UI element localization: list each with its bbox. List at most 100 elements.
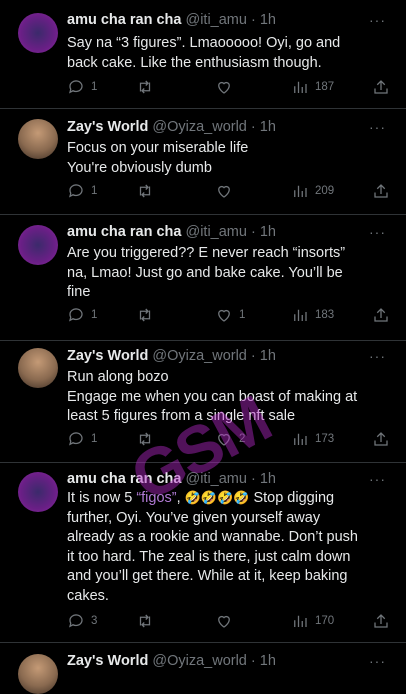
timestamp[interactable]: 1h xyxy=(260,12,276,28)
reply-button[interactable]: 3 xyxy=(67,612,97,630)
like-button[interactable] xyxy=(215,612,239,630)
timestamp[interactable]: 1h xyxy=(260,224,276,240)
like-button[interactable] xyxy=(215,182,239,200)
retweet-icon xyxy=(139,308,151,322)
more-options-icon[interactable]: ··· xyxy=(369,12,386,28)
user-handle[interactable]: @Oyiza_world xyxy=(152,653,247,669)
tweet[interactable]: amu cha ran cha @iti_amu · 1h ··· Are yo… xyxy=(0,214,406,341)
share-icon xyxy=(374,308,388,322)
avatar[interactable] xyxy=(18,472,58,512)
display-name[interactable]: Zay's World xyxy=(67,653,148,669)
reply-count: 1 xyxy=(91,185,98,197)
tweet-actions: 1 1 183 xyxy=(67,306,390,326)
tweet-text-line: it too hard. The zeal is there, just cal… xyxy=(67,548,351,565)
display-name[interactable]: amu cha ran cha xyxy=(67,12,181,28)
tweet[interactable]: amu cha ran cha @iti_amu · 1h ··· It is … xyxy=(0,462,406,643)
retweet-button[interactable] xyxy=(136,612,160,630)
heart-icon xyxy=(218,309,230,322)
tweet-header: Zay's World @Oyiza_world · 1h xyxy=(67,119,276,135)
avatar[interactable] xyxy=(18,654,58,694)
analytics-icon xyxy=(294,433,307,445)
timestamp[interactable]: 1h xyxy=(260,471,276,487)
share-button[interactable] xyxy=(372,78,390,96)
retweet-button[interactable] xyxy=(136,182,160,200)
like-count: 2 xyxy=(239,433,246,445)
reply-icon xyxy=(69,614,83,628)
reply-icon xyxy=(69,432,83,446)
reply-count: 1 xyxy=(91,433,98,445)
reply-count: 1 xyxy=(91,309,98,321)
more-options-icon[interactable]: ··· xyxy=(369,471,386,487)
tweet-text-line: Are you triggered?? E never reach “insor… xyxy=(67,245,346,261)
tweet-actions: 1 2 173 xyxy=(67,430,390,450)
more-options-icon[interactable]: ··· xyxy=(369,348,386,364)
user-handle[interactable]: @Oyiza_world xyxy=(152,348,247,364)
separator: · xyxy=(250,348,256,364)
reply-button[interactable]: 1 xyxy=(67,182,97,200)
reply-button[interactable]: 1 xyxy=(67,78,97,96)
user-handle[interactable]: @iti_amu xyxy=(185,471,246,487)
retweet-icon xyxy=(139,432,151,446)
retweet-button[interactable] xyxy=(136,78,160,96)
separator: · xyxy=(250,119,256,135)
separator: · xyxy=(250,224,256,240)
reply-button[interactable]: 1 xyxy=(67,306,97,324)
share-button[interactable] xyxy=(372,430,390,448)
retweet-button[interactable] xyxy=(136,430,160,448)
avatar[interactable] xyxy=(18,348,58,388)
like-button[interactable]: 2 xyxy=(215,430,245,448)
avatar[interactable] xyxy=(18,13,58,53)
user-handle[interactable]: @iti_amu xyxy=(185,12,246,28)
reply-button[interactable]: 1 xyxy=(67,430,97,448)
display-name[interactable]: amu cha ran cha xyxy=(67,224,181,240)
avatar[interactable] xyxy=(18,225,58,265)
more-options-icon[interactable]: ··· xyxy=(369,119,386,135)
tweet[interactable]: Zay's World @Oyiza_world · 1h ··· xyxy=(0,642,406,694)
like-count: 1 xyxy=(239,309,246,321)
tweet-text-line: least 5 figures from a single nft sale xyxy=(67,408,296,424)
tweet-header: amu cha ran cha @iti_amu · 1h xyxy=(67,471,276,487)
share-icon xyxy=(374,432,388,446)
user-handle[interactable]: @iti_amu xyxy=(185,224,246,240)
tweet-header: Zay's World @Oyiza_world · 1h xyxy=(67,348,276,364)
tweet[interactable]: Zay's World @Oyiza_world · 1h ··· Focus … xyxy=(0,108,406,215)
timestamp[interactable]: 1h xyxy=(260,119,276,135)
views-button[interactable]: 209 xyxy=(291,182,334,200)
tweet[interactable]: amu cha ran cha @iti_amu · 1h ··· Say na… xyxy=(0,0,406,109)
user-handle[interactable]: @Oyiza_world xyxy=(152,119,247,135)
timestamp[interactable]: 1h xyxy=(260,653,276,669)
separator: · xyxy=(250,12,256,28)
tweet-header: amu cha ran cha @iti_amu · 1h xyxy=(67,224,276,240)
views-button[interactable]: 187 xyxy=(291,78,334,96)
tweet-text-line: You're obviously dumb xyxy=(67,159,212,176)
views-button[interactable]: 173 xyxy=(291,430,334,448)
display-name[interactable]: amu cha ran cha xyxy=(67,471,181,487)
analytics-icon xyxy=(294,81,307,93)
tweet-text: Focus on your miserable life You're obvi… xyxy=(67,139,390,178)
reply-count: 3 xyxy=(91,615,98,627)
separator: · xyxy=(250,653,256,669)
view-count: 187 xyxy=(315,81,335,93)
timestamp[interactable]: 1h xyxy=(260,348,276,364)
more-options-icon[interactable]: ··· xyxy=(369,224,386,240)
views-button[interactable]: 170 xyxy=(291,612,334,630)
retweet-button[interactable] xyxy=(136,306,160,324)
share-button[interactable] xyxy=(372,306,390,324)
views-button[interactable]: 183 xyxy=(291,306,334,324)
highlighted-word: “figos” xyxy=(136,490,177,506)
share-button[interactable] xyxy=(372,182,390,200)
more-options-icon[interactable]: ··· xyxy=(369,653,386,669)
tweet[interactable]: Zay's World @Oyiza_world · 1h ··· Run al… xyxy=(0,340,406,463)
share-icon xyxy=(374,80,388,94)
tweet-text-line: and you’ll get there. While at it, keep … xyxy=(67,568,348,584)
tweet-text-line: fine xyxy=(67,284,91,300)
analytics-icon xyxy=(294,615,307,627)
like-button[interactable]: 1 xyxy=(215,306,245,324)
avatar[interactable] xyxy=(18,119,58,159)
tweet-text-line: already as a rookie and wannabe. Don’t p… xyxy=(67,529,358,545)
display-name[interactable]: Zay's World xyxy=(67,348,148,364)
tweet-actions: 1 209 xyxy=(67,182,390,202)
share-button[interactable] xyxy=(372,612,390,630)
like-button[interactable] xyxy=(215,78,239,96)
display-name[interactable]: Zay's World xyxy=(67,119,148,135)
